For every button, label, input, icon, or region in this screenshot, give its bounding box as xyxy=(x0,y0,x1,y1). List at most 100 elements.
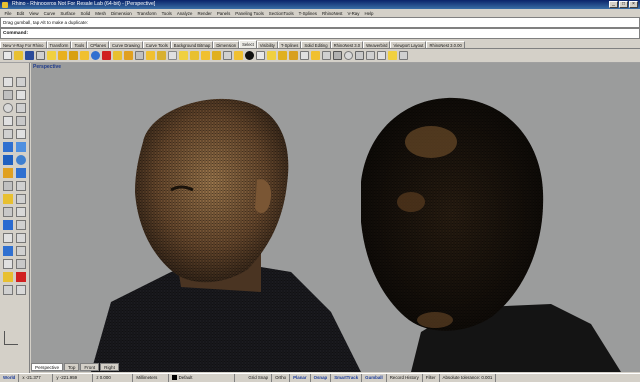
select-blocks-icon[interactable] xyxy=(157,51,166,60)
command-prompt[interactable]: Command: xyxy=(0,28,640,39)
viewport-title[interactable]: Perspective xyxy=(33,64,61,70)
select-all-icon[interactable] xyxy=(47,51,56,60)
menu-panels[interactable]: Panels xyxy=(214,11,232,16)
sphere-solid-icon[interactable] xyxy=(16,155,26,165)
menu-surface[interactable]: Surface xyxy=(58,11,78,16)
toggle-ortho[interactable]: Ortho xyxy=(272,374,291,382)
open-folder-icon[interactable] xyxy=(14,51,23,60)
select-clipping-icon[interactable] xyxy=(256,51,265,60)
close-button[interactable]: × xyxy=(629,1,638,8)
tab-transform[interactable]: Transform xyxy=(46,41,72,48)
menu-sectiontools[interactable]: SectionTools xyxy=(266,11,296,16)
mesh-tool-icon[interactable] xyxy=(3,181,13,191)
ellipse-tool-icon[interactable] xyxy=(3,129,13,139)
tab-tools[interactable]: Tools xyxy=(71,41,88,48)
minimize-button[interactable]: _ xyxy=(609,1,618,8)
menu-v-ray[interactable]: V-Ray xyxy=(345,11,362,16)
select-planar-icon[interactable] xyxy=(311,51,320,60)
render-tool-icon[interactable] xyxy=(16,272,26,282)
polygon-tool-icon[interactable] xyxy=(16,116,26,126)
select-curves-icon[interactable] xyxy=(102,51,111,60)
select-small-icon[interactable] xyxy=(278,51,287,60)
tab-viewport-layout[interactable]: Viewport Layout xyxy=(390,41,427,48)
tab-cplanes[interactable]: CPlanes xyxy=(87,41,110,48)
select-duplicates-icon[interactable] xyxy=(212,51,221,60)
select-by-layer-icon[interactable] xyxy=(190,51,199,60)
fillet-tool-icon[interactable] xyxy=(16,181,26,191)
toggle-osnap[interactable]: Osnap xyxy=(311,374,332,382)
tab-solid-editing[interactable]: Solid Editing xyxy=(301,41,331,48)
select-chain-icon[interactable] xyxy=(388,51,397,60)
arc-tool-icon[interactable] xyxy=(16,103,26,113)
toggle-smarttrack[interactable]: SmartTrack xyxy=(331,374,363,382)
menu-analyze[interactable]: Analyze xyxy=(174,11,195,16)
select-tool-icon[interactable] xyxy=(3,77,13,87)
select-closed-icon[interactable] xyxy=(300,51,309,60)
toggle-grid-snap[interactable]: Grid Snap xyxy=(245,374,273,382)
copy-tool-icon[interactable] xyxy=(16,233,26,243)
select-bad-objects-icon[interactable] xyxy=(322,51,331,60)
select-polysurfaces-icon[interactable] xyxy=(124,51,133,60)
cplane-label[interactable]: World xyxy=(0,374,20,382)
tab-visibility[interactable]: Visibility xyxy=(256,41,278,48)
tab-background-bitmap[interactable]: Background Bitmap xyxy=(170,41,214,48)
select-hatches-icon[interactable] xyxy=(234,51,243,60)
select-none-icon[interactable] xyxy=(58,51,67,60)
mirror-tool-icon[interactable] xyxy=(3,259,13,269)
menu-rhinonest[interactable]: RhinoNest xyxy=(319,11,345,16)
array-tool-icon[interactable] xyxy=(16,259,26,269)
select-history-icon[interactable] xyxy=(333,51,342,60)
tab-right[interactable]: Right xyxy=(100,363,119,371)
maximize-button[interactable]: □ xyxy=(619,1,628,8)
select-open-icon[interactable] xyxy=(289,51,298,60)
tab-front[interactable]: Front xyxy=(80,363,100,371)
menu-solid[interactable]: Solid xyxy=(78,11,93,16)
rotate-tool-icon[interactable] xyxy=(3,246,13,256)
menu-view[interactable]: View xyxy=(27,11,41,16)
tab-curve-tools[interactable]: Curve Tools xyxy=(142,41,171,48)
loft-tool-icon[interactable] xyxy=(16,142,26,152)
perspective-viewport[interactable] xyxy=(31,72,640,372)
select-boundary-icon[interactable] xyxy=(377,51,386,60)
text-tool-icon[interactable] xyxy=(16,194,26,204)
move-tool-icon[interactable] xyxy=(3,233,13,243)
select-window-icon[interactable] xyxy=(355,51,364,60)
new-file-icon[interactable] xyxy=(3,51,12,60)
toggle-filter[interactable]: Filter xyxy=(423,374,440,382)
menu-curve[interactable]: Curve xyxy=(41,11,58,16)
box-solid-icon[interactable] xyxy=(3,155,13,165)
menu-dimension[interactable]: Dimension xyxy=(108,11,134,16)
select-groups-icon[interactable] xyxy=(179,51,188,60)
layer-selector[interactable]: Default xyxy=(169,374,236,382)
join-tool-icon[interactable] xyxy=(3,220,13,230)
save-icon[interactable] xyxy=(25,51,34,60)
tab-top[interactable]: Top xyxy=(64,363,80,371)
select-surfaces-icon[interactable] xyxy=(113,51,122,60)
menu-edit[interactable]: Edit xyxy=(14,11,27,16)
polyline-tool-icon[interactable] xyxy=(3,90,13,100)
select-lasso-icon[interactable] xyxy=(344,51,353,60)
trim-tool-icon[interactable] xyxy=(3,207,13,217)
select-dots-icon[interactable] xyxy=(223,51,232,60)
tab-weaverbird[interactable]: Weaverbird xyxy=(363,41,391,48)
tab-select[interactable]: Select xyxy=(239,40,257,48)
curve-tool-icon[interactable] xyxy=(16,90,26,100)
freeform-curve-icon[interactable] xyxy=(16,129,26,139)
select-by-color-icon[interactable] xyxy=(201,51,210,60)
tab-vray[interactable]: New V-Ray For Rhino xyxy=(0,41,47,48)
select-points-icon[interactable] xyxy=(91,51,100,60)
toggle-record-history[interactable]: Record History xyxy=(387,374,423,382)
analyze-tool-icon[interactable] xyxy=(3,272,13,282)
menu-help[interactable]: Help xyxy=(362,11,376,16)
point-tool-icon[interactable] xyxy=(16,77,26,87)
select-lights-icon[interactable] xyxy=(146,51,155,60)
menu-file[interactable]: File xyxy=(2,11,14,16)
menu-tools[interactable]: Tools xyxy=(159,11,174,16)
explode-tool-icon[interactable] xyxy=(16,220,26,230)
menu-t-splines[interactable]: T-Splines xyxy=(296,11,319,16)
boolean-tool-icon[interactable] xyxy=(16,168,26,178)
extrude-tool-icon[interactable] xyxy=(3,168,13,178)
menu-paneling-tools[interactable]: Paneling Tools xyxy=(233,11,266,16)
surface-tool-icon[interactable] xyxy=(3,142,13,152)
tab-t-splines[interactable]: T-Splines xyxy=(277,41,302,48)
